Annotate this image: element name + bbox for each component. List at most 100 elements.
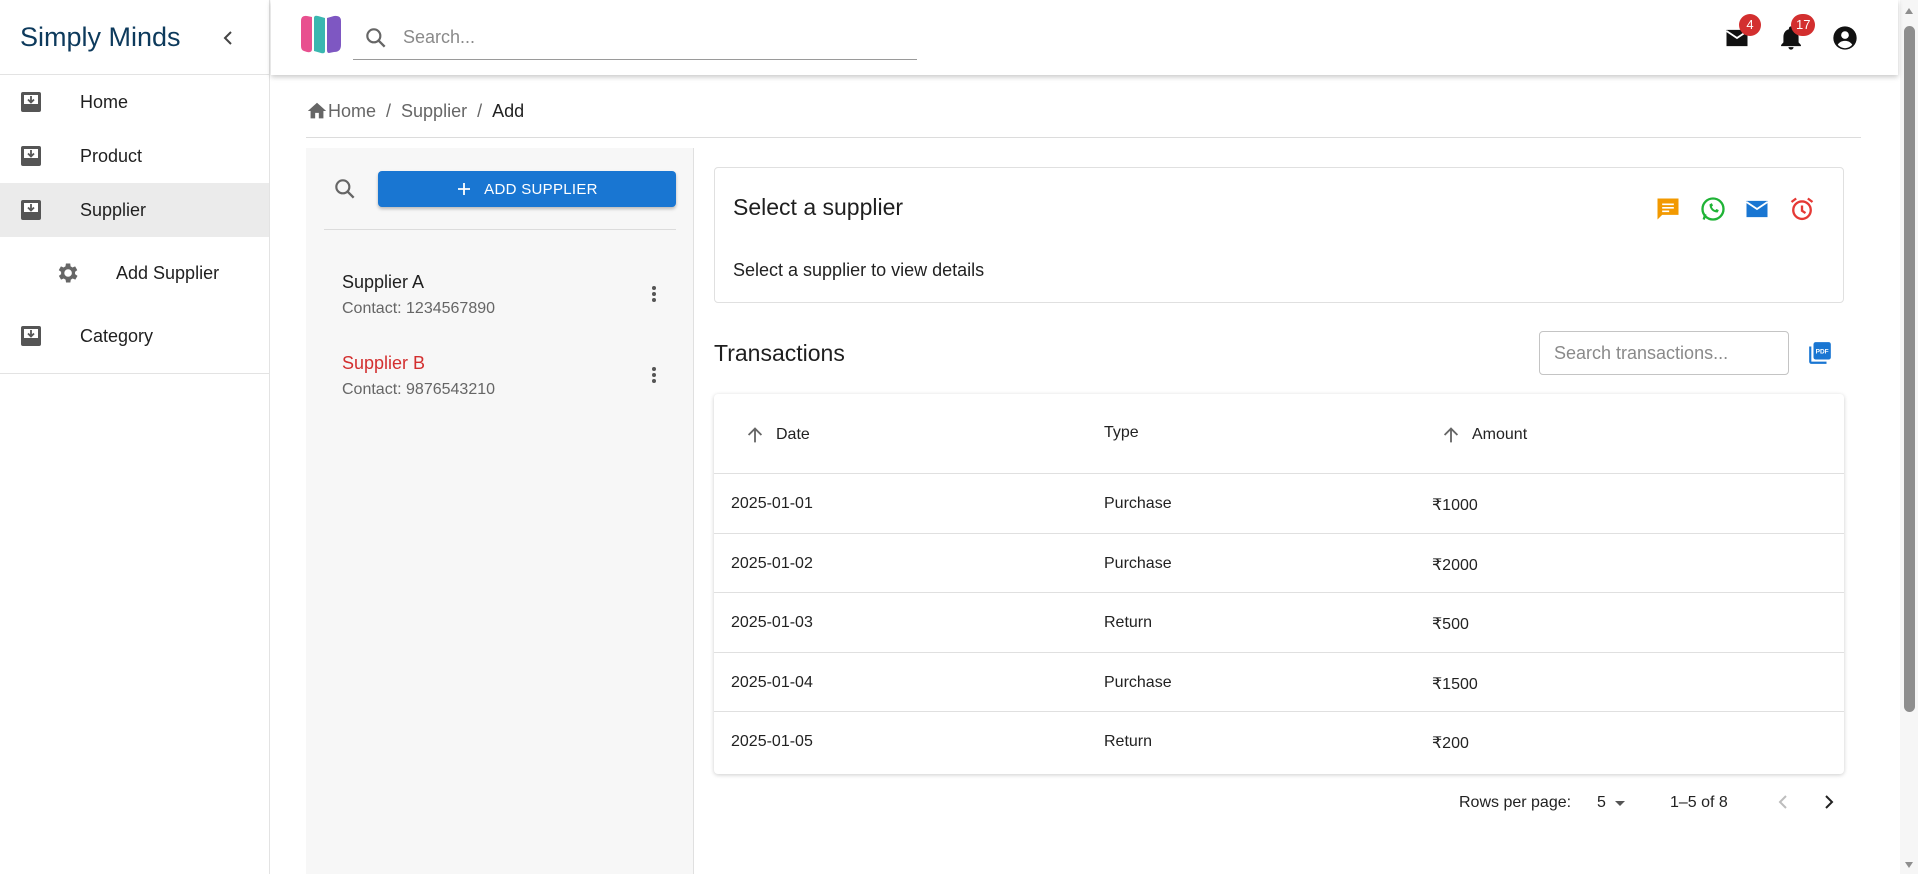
- table-row[interactable]: 2025-01-02 Purchase ₹2000: [714, 534, 1844, 593]
- arrow-up-icon: [1440, 424, 1462, 446]
- alarm-icon[interactable]: [1788, 195, 1816, 223]
- inbox-download-icon: [20, 199, 42, 221]
- supplier-name: Supplier B: [342, 353, 426, 373]
- cell-date: 2025-01-01: [731, 495, 813, 512]
- breadcrumb-current: Add: [492, 100, 525, 121]
- supplier-name: Supplier A: [342, 272, 425, 292]
- account-circle-icon[interactable]: [1831, 24, 1859, 52]
- page-scrollbar[interactable]: [1900, 0, 1918, 874]
- table-header: Date Type Amount: [714, 394, 1844, 474]
- gear-icon: [54, 260, 80, 286]
- sidebar-item-label: Home: [80, 91, 129, 112]
- brand-title: Simply Minds: [20, 21, 181, 52]
- sidebar-item-label: Product: [80, 145, 143, 166]
- brand-header: Simply Minds: [0, 0, 269, 75]
- breadcrumb-separator: /: [477, 100, 483, 121]
- cell-type: Purchase: [1104, 495, 1172, 512]
- previous-page-button[interactable]: [1771, 790, 1795, 814]
- cell-amount: ₹500: [1432, 616, 1469, 633]
- search-input[interactable]: [403, 27, 883, 48]
- transactions-title: Transactions: [714, 340, 845, 366]
- sidebar-item-product[interactable]: Product: [0, 129, 269, 183]
- supplier-contact: Contact: 1234567890: [342, 300, 496, 317]
- table-row[interactable]: 2025-01-05 Return ₹200: [714, 712, 1844, 772]
- cell-amount: ₹1000: [1432, 497, 1478, 514]
- cell-type: Return: [1104, 733, 1153, 750]
- global-search: [353, 16, 917, 60]
- chevron-right-icon: [1825, 795, 1834, 809]
- cell-type: Purchase: [1104, 673, 1172, 691]
- sidebar-item-supplier[interactable]: Supplier: [0, 183, 269, 237]
- list-item[interactable]: Supplier B Contact: 9876543210: [306, 347, 694, 417]
- column-header-date[interactable]: Date: [744, 424, 810, 446]
- supplier-details-card: Select a supplier Select a supplier to v…: [714, 167, 1844, 303]
- table-row[interactable]: 2025-01-01 Purchase ₹1000: [714, 474, 1844, 534]
- sidebar-item-label: Supplier: [80, 199, 147, 220]
- sidebar-item-label: Add Supplier: [116, 262, 220, 283]
- cell-amount: ₹200: [1432, 735, 1469, 752]
- mail-button[interactable]: 4: [1723, 14, 1761, 52]
- transactions-table: Date Type Amount 2025-01-01 Purchase ₹10…: [714, 394, 1844, 774]
- notifications-button[interactable]: 17: [1777, 14, 1816, 52]
- breadcrumb-supplier[interactable]: Supplier: [401, 101, 467, 122]
- email-icon[interactable]: [1743, 195, 1771, 223]
- whatsapp-icon[interactable]: [1699, 195, 1727, 223]
- rows-per-page-label: Rows per page:: [1459, 794, 1572, 811]
- next-page-button[interactable]: [1817, 790, 1841, 814]
- column-header-amount[interactable]: Amount: [1440, 424, 1527, 446]
- add-supplier-button[interactable]: ADD SUPPLIER: [378, 171, 676, 207]
- plus-icon: [456, 181, 472, 197]
- arrow-up-icon: [744, 424, 766, 446]
- breadcrumb-home[interactable]: Home: [328, 101, 376, 122]
- rows-per-page-value: 5: [1597, 794, 1606, 811]
- pagination-range: 1–5 of 8: [1670, 794, 1728, 811]
- sidebar-nav: Home Product Supplier Add Supplier Categ…: [0, 75, 269, 374]
- rows-per-page-select[interactable]: 5: [1597, 792, 1637, 814]
- more-vert-icon[interactable]: [642, 282, 666, 306]
- message-icon[interactable]: [1654, 195, 1682, 223]
- scroll-up-arrow-icon[interactable]: [1904, 6, 1914, 16]
- sidebar-item-add-supplier[interactable]: Add Supplier: [0, 237, 269, 309]
- sidebar-item-home[interactable]: Home: [0, 75, 269, 129]
- column-label: Date: [776, 426, 810, 443]
- breadcrumb: Home / Supplier / Add: [306, 100, 524, 122]
- table-row[interactable]: 2025-01-03 Return ₹500: [714, 593, 1844, 653]
- details-title: Select a supplier: [733, 194, 904, 220]
- sidebar-item-label: Category: [80, 325, 154, 346]
- supplier-contact: Contact: 9876543210: [342, 381, 496, 398]
- inbox-download-icon: [20, 145, 42, 167]
- chevron-left-icon[interactable]: [216, 26, 240, 50]
- supplier-list-panel: ADD SUPPLIER Supplier A Contact: 1234567…: [306, 148, 694, 874]
- column-label: Type: [1104, 424, 1139, 441]
- caret-down-icon: [1614, 797, 1626, 809]
- column-label: Amount: [1472, 426, 1528, 443]
- pdf-export-icon[interactable]: PDF: [1807, 340, 1833, 366]
- inbox-download-icon: [20, 91, 42, 113]
- scroll-thumb[interactable]: [1904, 26, 1915, 712]
- top-app-bar: 4 17: [271, 0, 1898, 75]
- sidebar: Simply Minds Home Product Supplier Add S…: [0, 0, 270, 874]
- table-row[interactable]: 2025-01-04 Purchase ₹1500: [714, 653, 1844, 712]
- breadcrumb-separator: /: [386, 100, 392, 121]
- column-header-type[interactable]: Type: [1104, 424, 1139, 442]
- details-subtitle: Select a supplier to view details: [733, 260, 985, 280]
- more-vert-icon[interactable]: [642, 363, 666, 387]
- search-icon[interactable]: [332, 176, 358, 202]
- cell-date: 2025-01-04: [731, 673, 813, 691]
- mail-count-badge: 4: [1739, 14, 1761, 36]
- search-icon: [363, 25, 389, 51]
- cell-type: Return: [1104, 614, 1153, 631]
- notification-count-badge: 17: [1791, 14, 1816, 36]
- home-icon: [306, 100, 328, 122]
- sidebar-item-category[interactable]: Category: [0, 309, 269, 363]
- scroll-down-arrow-icon[interactable]: [1904, 860, 1914, 870]
- cell-amount: ₹2000: [1432, 556, 1478, 574]
- list-item[interactable]: Supplier A Contact: 1234567890: [306, 266, 694, 336]
- transactions-search-input[interactable]: [1539, 331, 1789, 375]
- cell-type: Purchase: [1104, 554, 1172, 572]
- list-divider: [324, 229, 676, 230]
- inbox-download-icon: [20, 325, 42, 347]
- breadcrumb-divider: [306, 137, 1861, 138]
- cell-amount: ₹1500: [1432, 675, 1478, 693]
- cell-date: 2025-01-05: [731, 733, 813, 750]
